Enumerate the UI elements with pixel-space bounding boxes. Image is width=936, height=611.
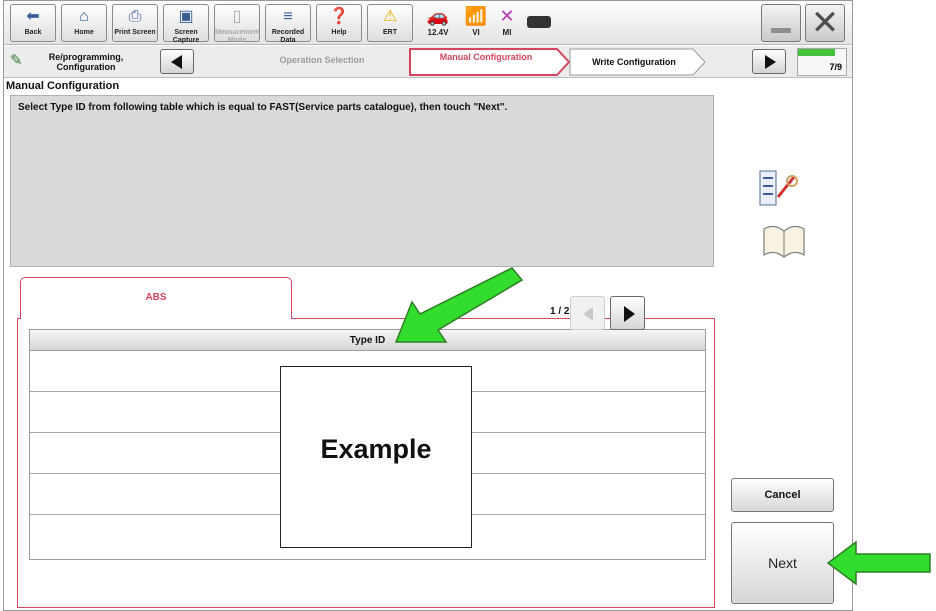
home-icon: ⌂ — [79, 8, 89, 25]
battery-voltage-status: 🚗 12.4V — [418, 4, 458, 38]
close-icon: ✕ — [810, 4, 840, 42]
help-button[interactable]: ❓ Help — [316, 4, 362, 42]
right-arrow-icon — [624, 306, 635, 322]
crumb-manual-configuration: Manual Configuration — [439, 52, 533, 62]
printer-icon: ⎙ — [128, 8, 142, 25]
home-button[interactable]: ⌂ Home — [61, 4, 107, 42]
mi-label: MI — [502, 28, 512, 37]
type-id-column-header: Type ID — [30, 330, 705, 351]
reprogramming-icon: ✎ — [10, 52, 23, 69]
ert-label: ERT — [383, 29, 397, 36]
section-title: Manual Configuration — [6, 80, 120, 92]
checklist-pen-icon — [756, 169, 802, 209]
back-label: Back — [24, 29, 42, 36]
next-page-button[interactable] — [610, 296, 645, 330]
callout-arrow-type-id — [394, 267, 524, 343]
manual-book-icon — [760, 221, 808, 261]
disconnected-x-icon: ✕ — [499, 6, 515, 26]
progress-indicator: 7/9 — [797, 48, 847, 76]
measurement-mode-button[interactable]: ▯ Measurement Mode — [214, 4, 261, 44]
right-arrow-icon — [765, 55, 776, 69]
ert-button[interactable]: ⚠ ERT — [367, 4, 413, 42]
help-icon: ❓ — [329, 8, 349, 25]
cancel-button[interactable]: Cancel — [731, 478, 834, 512]
screen-capture-button[interactable]: ▣ Screen Capture — [163, 4, 209, 44]
measurement-mode-label: Measurement Mode — [215, 29, 261, 44]
instruction-panel: Select Type ID from following table whic… — [10, 95, 714, 267]
print-screen-label: Print Screen — [114, 29, 156, 36]
close-button[interactable]: ✕ — [805, 4, 845, 42]
step-breadcrumb: ✎ Re/programming, Configuration Operatio… — [4, 46, 852, 78]
crumb-reprogramming: Re/programming, Configuration — [48, 52, 124, 72]
vi-status: 📶 VI — [462, 4, 490, 38]
toolbar: ⬅ Back ⌂ Home ⎙ Print Screen ▣ Screen Ca… — [4, 1, 852, 45]
recorded-data-label: Recorded Data — [271, 29, 305, 44]
warning-icon: ⚠ — [382, 8, 398, 25]
recorded-data-icon: ≡ — [283, 8, 293, 25]
minimize-icon — [771, 28, 791, 33]
recorded-data-button[interactable]: ≡ Recorded Data — [265, 4, 311, 44]
previous-page-button[interactable] — [570, 296, 605, 330]
screen-capture-label: Screen Capture — [172, 29, 200, 44]
callout-arrow-next — [826, 540, 931, 586]
instruction-text: Select Type ID from following table whic… — [18, 102, 508, 113]
example-label: Example — [320, 434, 432, 464]
vi-label: VI — [472, 28, 480, 37]
camera-icon: ▣ — [178, 8, 194, 25]
minimize-button[interactable] — [761, 4, 801, 42]
help-label: Help — [331, 29, 347, 36]
home-label: Home — [74, 29, 94, 36]
example-overlay: Example — [280, 366, 472, 548]
voltage-label: 12.4V — [427, 28, 449, 37]
progress-text: 7/9 — [829, 62, 842, 72]
mi-status: ✕ MI — [494, 4, 520, 38]
tab-abs[interactable]: ABS — [20, 277, 292, 319]
page-indicator: 1 / 2 — [550, 306, 570, 317]
car-icon: 🚗 — [426, 6, 450, 26]
step-forward-button[interactable] — [752, 49, 786, 74]
progress-bar-fill — [798, 49, 836, 56]
crumb-write-configuration: Write Configuration — [592, 57, 676, 67]
left-arrow-icon — [171, 55, 182, 69]
crumb-operation-selection: Operation Selection — [279, 55, 365, 65]
back-arrow-icon: ⬅ — [26, 8, 40, 25]
left-arrow-icon — [583, 307, 593, 321]
meter-icon: ▯ — [232, 8, 242, 25]
back-button[interactable]: ⬅ Back — [10, 4, 56, 42]
step-back-button[interactable] — [160, 49, 194, 74]
print-screen-button[interactable]: ⎙ Print Screen — [112, 4, 158, 42]
next-button[interactable]: Next — [731, 522, 834, 604]
device-status-icon — [527, 16, 551, 28]
signal-icon: 📶 — [464, 6, 488, 26]
